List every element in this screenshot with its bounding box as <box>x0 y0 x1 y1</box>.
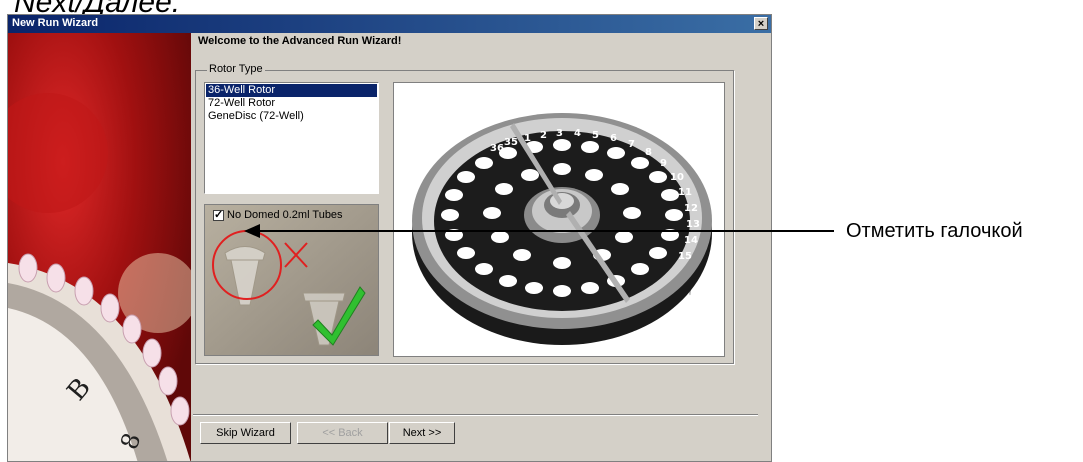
callout-text: Отметить галочкой <box>846 220 1023 242</box>
arrow-head-icon <box>244 224 260 238</box>
